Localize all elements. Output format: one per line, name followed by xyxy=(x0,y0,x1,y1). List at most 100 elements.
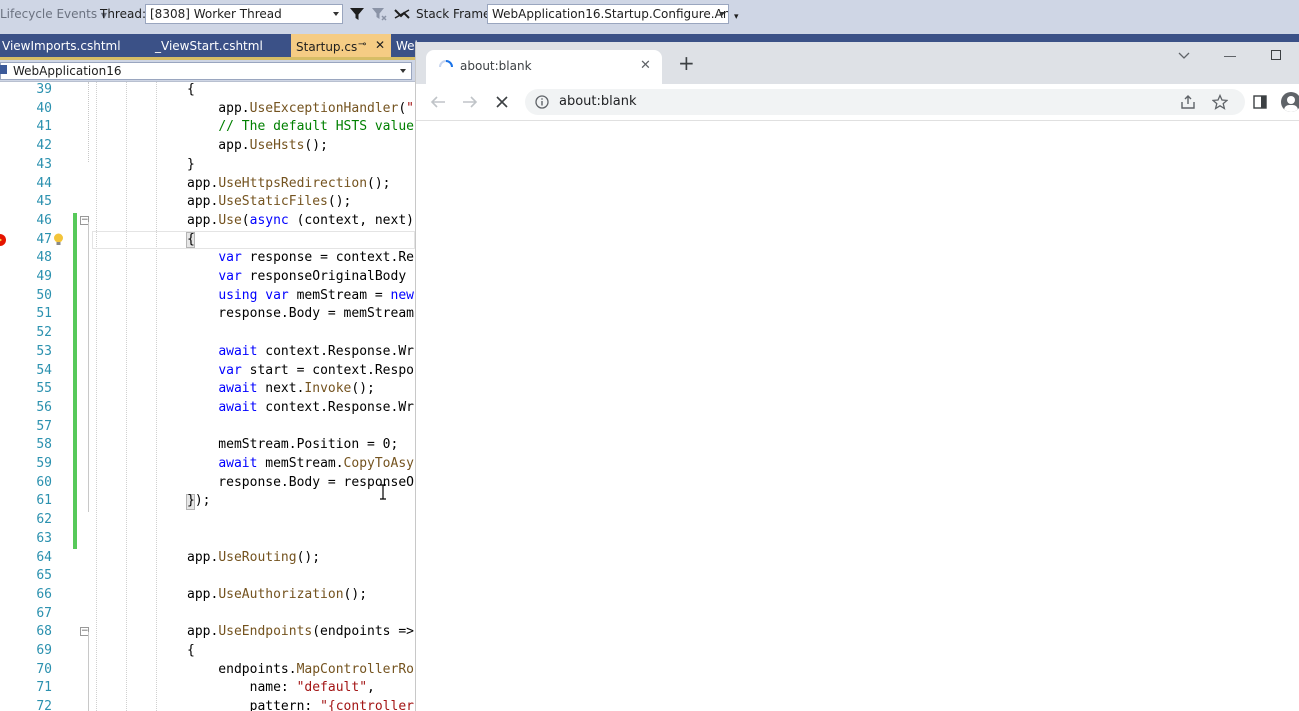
code-line: { xyxy=(187,231,195,247)
lifecycle-events-dropdown[interactable]: Lifecycle Events ▼ xyxy=(0,7,107,21)
browser-tab[interactable]: about:blank ✕ xyxy=(426,50,662,84)
bookmark-star-icon[interactable] xyxy=(1212,94,1228,110)
line-number: 71 xyxy=(36,680,52,696)
address-bar[interactable]: about:blank xyxy=(525,89,1245,115)
project-combo-value: WebApplication16 xyxy=(13,64,122,78)
code-line: response.Body = memStream xyxy=(187,306,414,322)
line-number: 48 xyxy=(36,250,52,266)
code-line: endpoints.MapControllerRo xyxy=(187,661,414,677)
line-number: 61 xyxy=(36,493,52,509)
share-icon[interactable] xyxy=(1180,94,1196,110)
code-line: await memStream.CopyToAsy xyxy=(218,456,414,471)
code-line: } xyxy=(187,156,195,172)
code-line: }); xyxy=(187,493,211,509)
new-tab-icon[interactable]: + xyxy=(678,53,695,73)
code-line: app.UseAuthorization(); xyxy=(187,586,368,602)
code-line: await context.Response.Wr xyxy=(218,399,414,415)
line-number: 42 xyxy=(36,138,52,154)
line-number: 69 xyxy=(36,643,52,658)
project-combo[interactable]: WebApplication16 xyxy=(0,62,412,80)
page-content[interactable] xyxy=(416,121,1299,711)
stop-loading-icon[interactable] xyxy=(495,95,509,109)
line-number: 40 xyxy=(36,100,52,116)
tab-startup-cs[interactable]: Startup.cs ⊸ ✕ xyxy=(291,34,391,57)
tab-startup-label: Startup.cs xyxy=(296,40,358,54)
back-arrow-icon[interactable] xyxy=(430,95,446,109)
address-text: about:blank xyxy=(559,94,637,109)
code-line: name: "default", xyxy=(187,680,375,696)
line-number: 59 xyxy=(36,456,52,471)
browser-tab-bar: about:blank ✕ + xyxy=(416,42,1299,84)
line-number: 43 xyxy=(36,156,52,172)
code-line: app.UseStaticFiles(); xyxy=(187,194,352,210)
code-line: app.UseHsts(); xyxy=(187,138,328,154)
toolbar-overflow-icon[interactable]: ▾ xyxy=(734,12,739,22)
thread-value: [8308] Worker Thread xyxy=(150,7,282,21)
close-icon[interactable]: ✕ xyxy=(375,38,385,52)
tab-viewimports[interactable]: ViewImports.cshtml xyxy=(2,39,121,53)
browser-toolbar: about:blank xyxy=(416,84,1299,121)
outline-guide xyxy=(88,632,89,711)
close-icon[interactable]: ✕ xyxy=(640,58,651,73)
line-number: 60 xyxy=(36,474,52,490)
outline-guide xyxy=(88,82,89,162)
filter-clear-icon[interactable] xyxy=(371,6,387,22)
forward-arrow-icon[interactable] xyxy=(462,95,478,109)
code-line: app.Use(async (context, next) xyxy=(187,212,414,228)
csharp-project-icon xyxy=(0,65,7,74)
line-number: 44 xyxy=(36,175,52,191)
indent-guide xyxy=(156,82,157,711)
line-number: 66 xyxy=(36,586,52,602)
line-number: 54 xyxy=(36,362,52,378)
code-line: var response = context.Re xyxy=(218,250,414,266)
code-line: await context.Response.Wr xyxy=(218,343,414,359)
code-line: { xyxy=(187,643,195,658)
current-line-highlight xyxy=(92,231,415,249)
stack-frame-value: WebApplication16.Startup.Configure.Ano xyxy=(492,7,729,21)
chevron-down-icon xyxy=(400,69,406,73)
thread-combo[interactable]: [8308] Worker Thread xyxy=(145,4,343,24)
line-number: 57 xyxy=(36,418,52,434)
maximize-icon[interactable] xyxy=(1271,50,1281,60)
info-icon[interactable] xyxy=(535,95,549,109)
tab-search-chevron-icon[interactable] xyxy=(1178,52,1190,60)
code-line: app.UseEndpoints(endpoints => xyxy=(187,624,414,640)
line-number: 53 xyxy=(36,343,52,359)
line-number: 68 xyxy=(36,624,52,640)
code-line: { xyxy=(187,82,195,97)
code-line: memStream.Position = 0; xyxy=(187,437,399,453)
minimize-icon[interactable] xyxy=(1224,56,1236,57)
code-line: // The default HSTS value xyxy=(218,119,414,135)
line-number: 47 xyxy=(36,231,52,247)
line-number: 72 xyxy=(36,699,52,711)
line-number: 41 xyxy=(36,119,52,135)
line-number: 51 xyxy=(36,306,52,322)
code-editor[interactable]: − − 39{40 app.UseExceptionHandler(" 41 //… xyxy=(0,82,415,711)
line-number: 67 xyxy=(36,605,52,621)
line-number: 65 xyxy=(36,568,52,584)
code-line: using var memStream = new xyxy=(218,287,414,303)
filter-icon[interactable] xyxy=(349,6,365,22)
line-number: 50 xyxy=(36,287,52,303)
code-line: app.UseRouting(); xyxy=(187,549,321,565)
debug-toolbar: Lifecycle Events ▼ Thread: [8308] Worker… xyxy=(0,0,1299,34)
thread-label: Thread: xyxy=(100,7,147,21)
line-number: 56 xyxy=(36,399,52,415)
pin-icon[interactable]: ⊸ xyxy=(358,39,366,50)
browser-tab-title: about:blank xyxy=(460,59,532,73)
code-line: var responseOriginalBody xyxy=(218,269,407,284)
code-line: app.UseExceptionHandler(" xyxy=(187,100,414,116)
tab-viewstart[interactable]: _ViewStart.cshtml xyxy=(155,39,263,53)
code-line: await next.Invoke(); xyxy=(218,381,375,397)
line-number: 49 xyxy=(36,269,52,284)
line-number: 70 xyxy=(36,661,52,677)
side-panel-icon[interactable] xyxy=(1253,95,1267,109)
stack-frame-combo[interactable]: WebApplication16.Startup.Configure.Ano xyxy=(487,4,729,24)
profile-avatar-icon[interactable] xyxy=(1281,92,1299,112)
chevron-down-icon xyxy=(333,12,339,16)
toggle-stack-icon[interactable] xyxy=(393,6,411,22)
line-number: 39 xyxy=(36,82,52,97)
line-number: 45 xyxy=(36,194,52,210)
lightbulb-icon[interactable] xyxy=(53,233,64,247)
navigation-bar: WebApplication16 xyxy=(0,60,415,82)
